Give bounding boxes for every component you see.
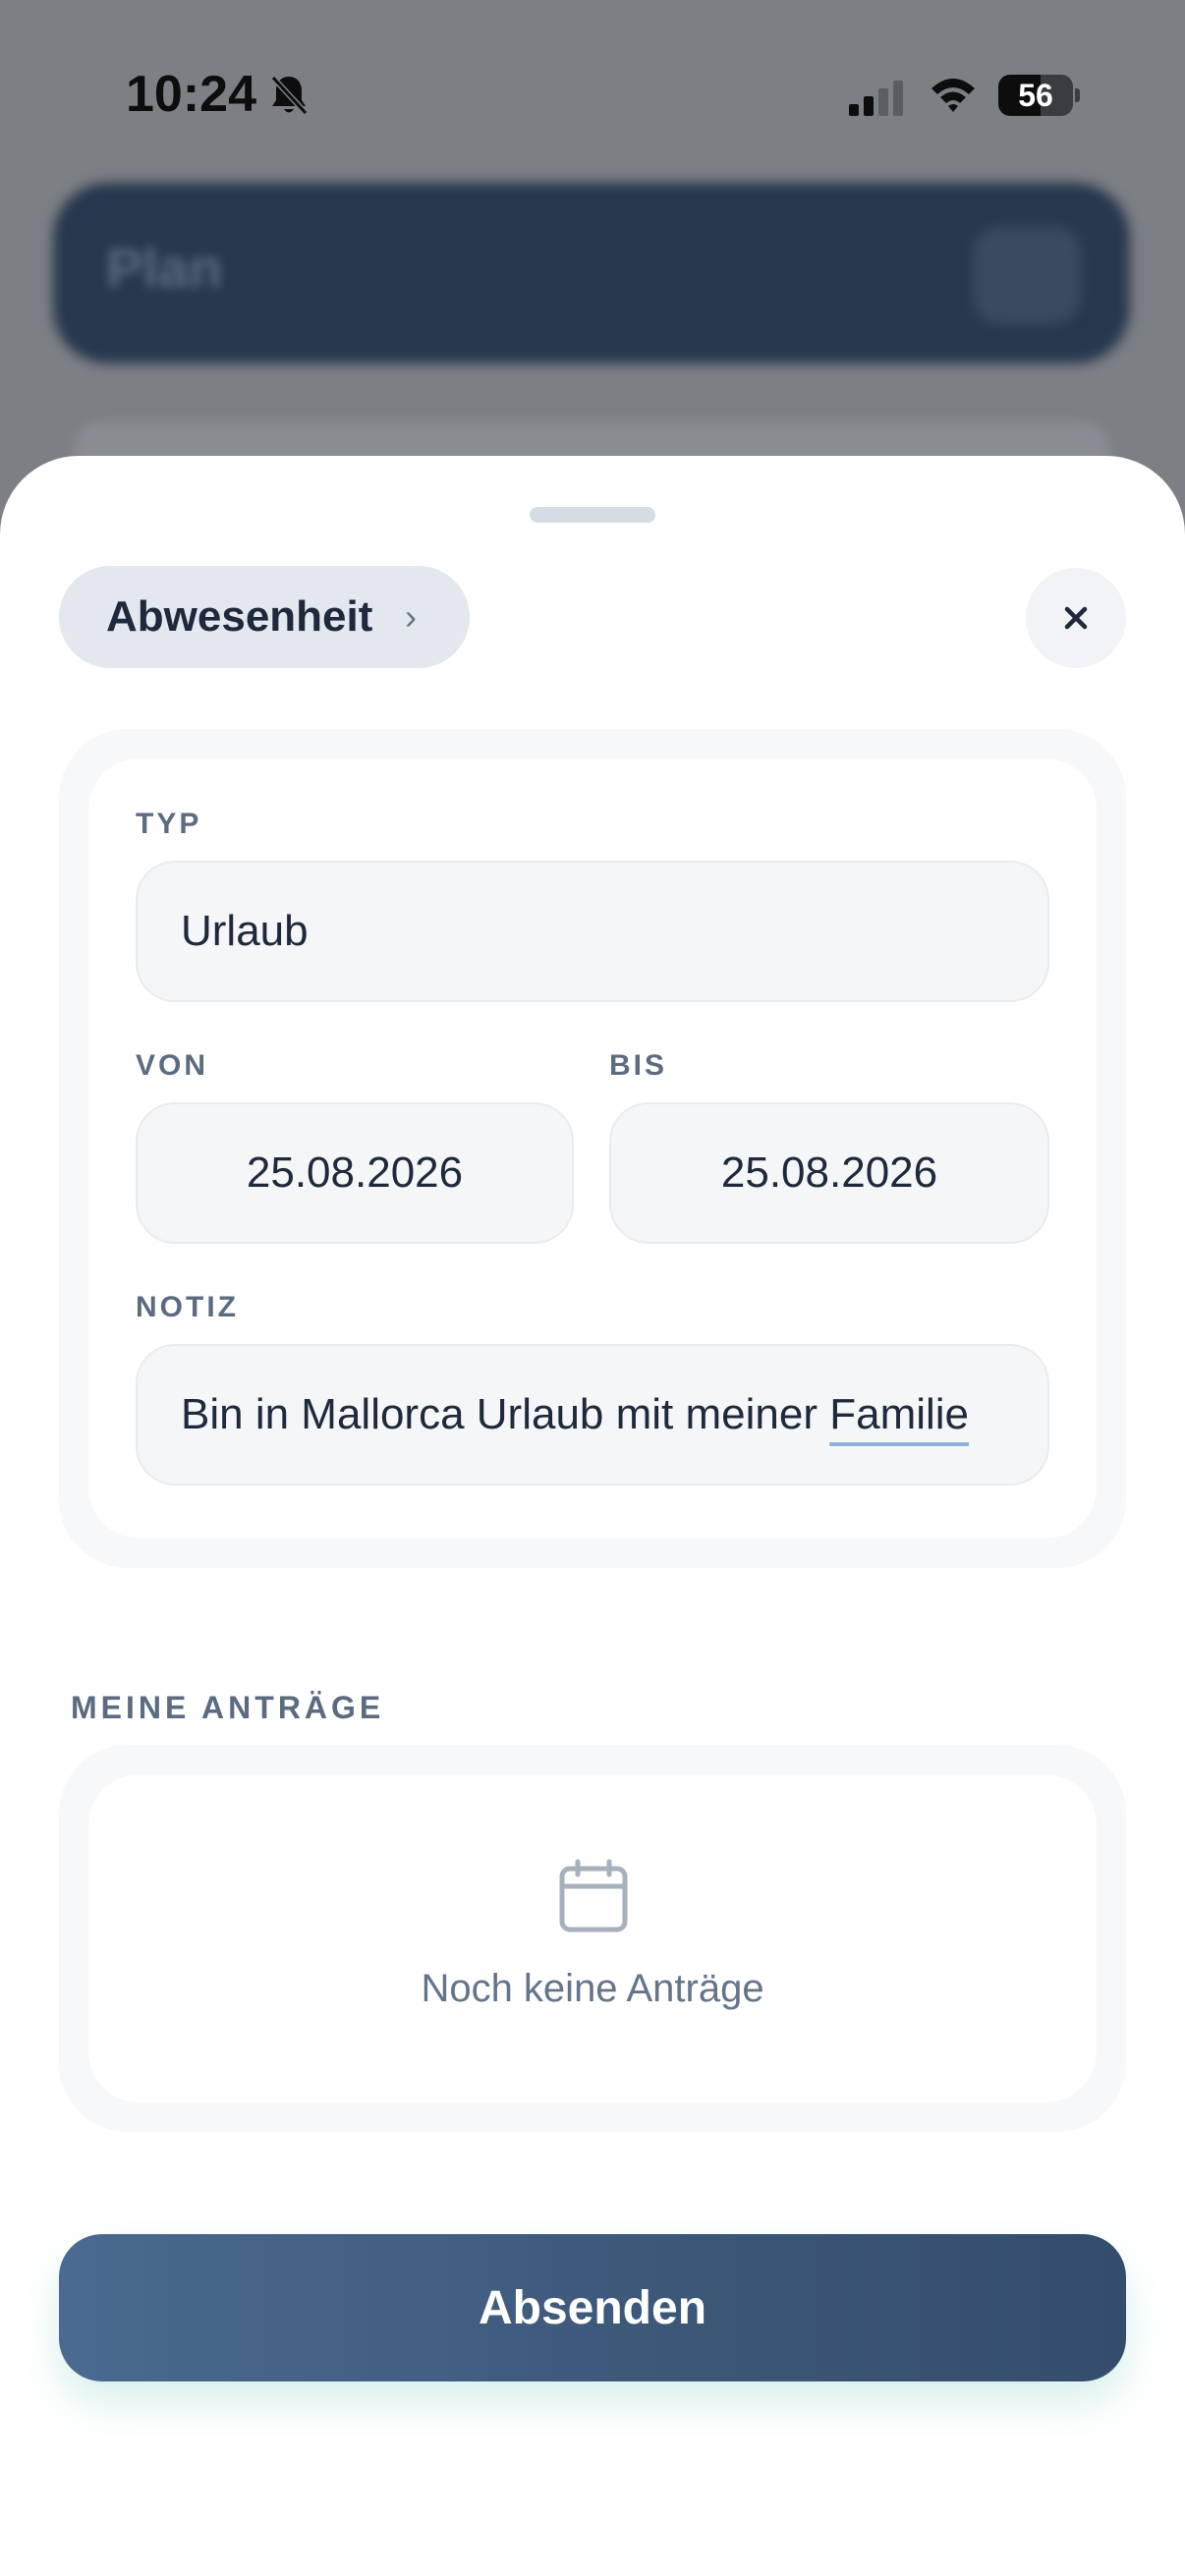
- bell-slash-icon: [269, 74, 310, 117]
- from-date-value: 25.08.2026: [246, 1148, 464, 1197]
- note-spellcheck-word: Familie: [829, 1390, 970, 1438]
- sheet-grabber[interactable]: [530, 507, 655, 523]
- type-field-value: Urlaub: [181, 907, 309, 955]
- type-field[interactable]: Urlaub: [136, 861, 1049, 1002]
- wifi-icon: [931, 79, 975, 112]
- my-requests-container: Noch keine Anträge: [59, 1745, 1126, 2132]
- calendar-icon: [559, 1859, 628, 1932]
- request-type-chip-label: Abwesenheit: [106, 592, 373, 641]
- background-header-button: [973, 226, 1081, 324]
- chevron-right-icon: ›: [405, 596, 417, 637]
- close-icon: [1064, 606, 1088, 630]
- absence-form-card: TYP Urlaub VON 25.08.2026 BIS 25.08.2026…: [88, 758, 1097, 1539]
- absence-form-container: TYP Urlaub VON 25.08.2026 BIS 25.08.2026…: [59, 729, 1126, 1568]
- my-requests-heading: MEINE ANTRÄGE: [71, 1690, 385, 1725]
- battery-body: 56: [998, 75, 1073, 116]
- battery-percentage: 56: [1018, 78, 1053, 113]
- to-date-value: 25.08.2026: [720, 1148, 938, 1197]
- note-text: Bin in Mallorca Urlaub mit meiner: [181, 1390, 830, 1438]
- from-label: VON: [136, 1049, 209, 1082]
- empty-requests-text: Noch keine Anträge: [421, 1967, 764, 2010]
- background-header-title: Plan: [106, 237, 223, 299]
- note-field[interactable]: Bin in Mallorca Urlaub mit meiner Famili…: [136, 1344, 1049, 1485]
- absence-request-sheet: Abwesenheit › TYP Urlaub VON 25.08.2026 …: [0, 456, 1185, 2576]
- to-label: BIS: [609, 1049, 668, 1082]
- status-time: 10:24: [126, 66, 256, 123]
- request-type-chip[interactable]: Abwesenheit ›: [59, 566, 470, 668]
- type-label: TYP: [136, 808, 202, 840]
- submit-button[interactable]: Absenden: [59, 2234, 1126, 2381]
- from-date-field[interactable]: 25.08.2026: [136, 1102, 574, 1244]
- close-button[interactable]: [1026, 568, 1126, 668]
- battery-tip: [1075, 88, 1080, 102]
- status-bar: 10:24 56: [0, 0, 1185, 196]
- note-label: NOTIZ: [136, 1291, 239, 1323]
- my-requests-empty-state: Noch keine Anträge: [88, 1774, 1097, 2102]
- cellular-signal-icon: [849, 81, 903, 116]
- note-field-value: Bin in Mallorca Urlaub mit meiner Famili…: [181, 1346, 969, 1484]
- battery-indicator: 56: [998, 75, 1080, 116]
- to-date-field[interactable]: 25.08.2026: [609, 1102, 1049, 1244]
